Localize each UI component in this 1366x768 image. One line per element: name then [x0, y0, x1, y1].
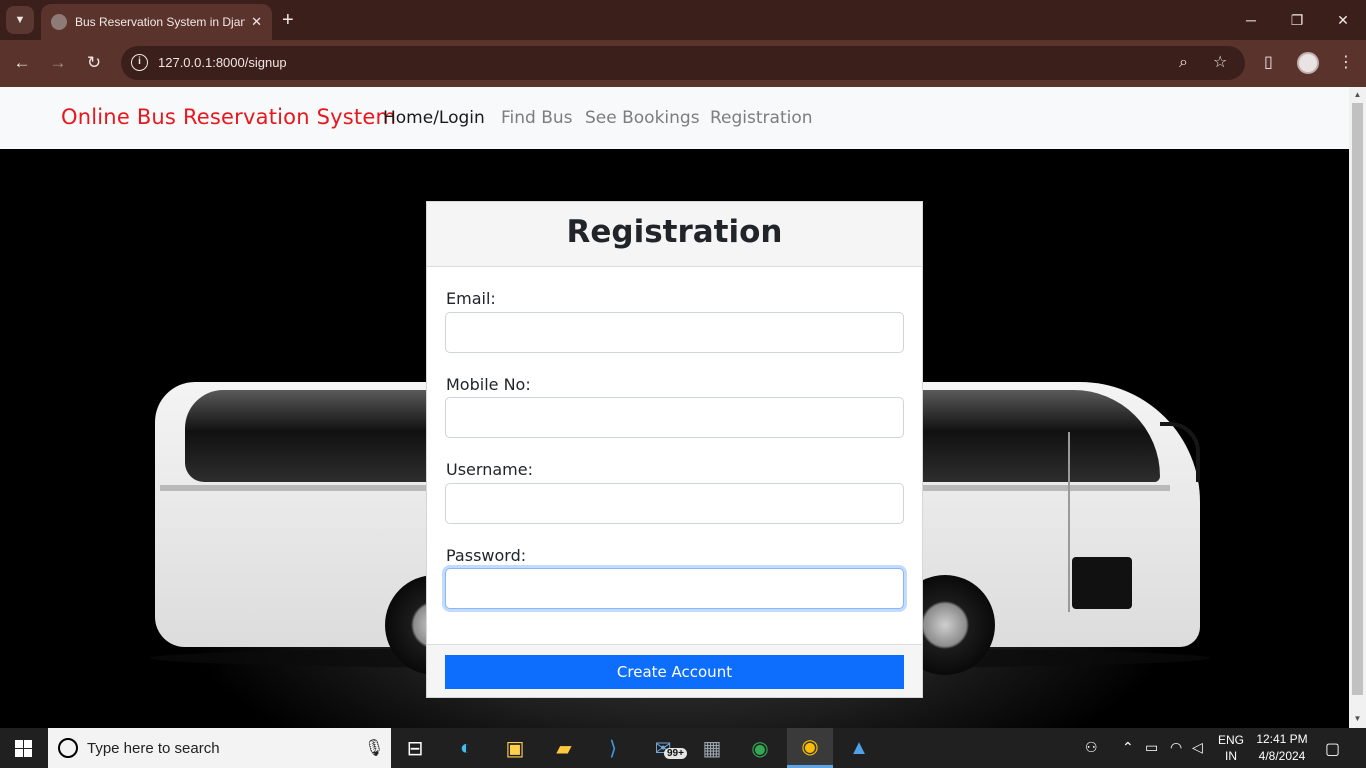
back-arrow-icon[interactable]: ← — [10, 51, 34, 75]
volume-icon[interactable]: ◁ — [1192, 739, 1203, 756]
password-field[interactable] — [445, 568, 904, 609]
photos-icon[interactable]: ▲ — [836, 728, 882, 768]
clock-date[interactable]: 4/8/2024 — [1252, 749, 1312, 763]
zoom-icon[interactable]: ⌕ — [1179, 53, 1188, 73]
restore-button[interactable]: ❐ — [1274, 8, 1320, 32]
nav-link-find-bus[interactable]: Find Bus — [501, 108, 573, 128]
close-tab-icon[interactable]: ✕ — [251, 14, 262, 30]
card-footer: Create Account — [427, 644, 922, 697]
card-header: Registration — [427, 202, 922, 267]
address-bar[interactable]: i 127.0.0.1:8000/signup ⌕ ☆ — [121, 46, 1245, 80]
tab-search-button[interactable]: ▼ — [6, 6, 34, 34]
nav-link-registration[interactable]: Registration — [710, 108, 813, 128]
task-view-icon[interactable]: ⊟ — [392, 728, 438, 768]
registration-card: Registration Email: Mobile No: Username:… — [426, 201, 923, 698]
bus-door-window — [1072, 557, 1132, 609]
calculator-icon[interactable]: ▦ — [689, 728, 735, 768]
language-indicator[interactable]: ENG — [1216, 733, 1246, 747]
windows-taskbar: Type here to search 🎙 ⊟ ◐ ▣ ▰ ⟩ ✉ 99+ ▦ … — [0, 728, 1366, 768]
favicon-icon — [51, 14, 67, 30]
username-label: Username: — [446, 460, 533, 479]
wifi-icon[interactable]: ◠ — [1170, 739, 1182, 756]
taskbar-search[interactable]: Type here to search 🎙 — [48, 728, 391, 768]
profile-avatar[interactable] — [1297, 52, 1319, 74]
chrome-icon[interactable]: ◉ — [737, 728, 783, 768]
create-account-button[interactable]: Create Account — [445, 655, 904, 689]
store-icon[interactable]: ▣ — [492, 728, 538, 768]
clock-time[interactable]: 12:41 PM — [1252, 732, 1312, 746]
scroll-up-icon[interactable]: ▲ — [1349, 90, 1366, 99]
minimize-button[interactable]: ─ — [1228, 8, 1274, 32]
form-title: Registration — [566, 214, 783, 250]
chevron-down-icon: ▼ — [14, 14, 26, 26]
scroll-down-icon[interactable]: ▼ — [1349, 714, 1366, 723]
site-info-icon[interactable]: i — [131, 54, 148, 71]
browser-tab[interactable]: Bus Reservation System in Djan ✕ — [41, 4, 272, 40]
web-page: Online Bus Reservation System Home/Login… — [0, 87, 1349, 728]
people-icon[interactable]: ⚇ — [1085, 739, 1098, 756]
chrome-active-icon[interactable]: ◉ — [787, 728, 833, 768]
file-explorer-icon[interactable]: ▰ — [541, 728, 587, 768]
page-scrollbar[interactable]: ▲ ▼ — [1349, 87, 1366, 728]
cortana-icon — [58, 738, 78, 758]
bookmark-star-icon[interactable]: ☆ — [1213, 53, 1227, 73]
edge-icon[interactable]: ◐ — [443, 728, 489, 768]
reload-icon[interactable]: ↻ — [82, 51, 106, 75]
email-label: Email: — [446, 289, 496, 308]
mobile-label: Mobile No: — [446, 375, 531, 394]
scroll-thumb[interactable] — [1352, 103, 1363, 695]
more-menu-icon[interactable]: ⋮ — [1338, 52, 1354, 74]
tab-title: Bus Reservation System in Djan — [75, 15, 245, 29]
nav-link-home-login[interactable]: Home/Login — [383, 108, 485, 128]
region-indicator[interactable]: IN — [1216, 749, 1246, 763]
search-placeholder: Type here to search — [87, 740, 220, 757]
windows-start-icon[interactable] — [15, 740, 32, 757]
email-field[interactable] — [445, 312, 904, 353]
notifications-icon[interactable]: ▢ — [1325, 739, 1340, 759]
url-text[interactable]: 127.0.0.1:8000/signup — [158, 55, 287, 70]
mobile-field[interactable] — [445, 397, 904, 438]
forward-arrow-icon[interactable]: → — [46, 51, 70, 75]
microphone-icon[interactable]: 🎙 — [364, 738, 384, 758]
username-field[interactable] — [445, 483, 904, 524]
new-tab-button[interactable]: + — [282, 8, 294, 32]
chevron-up-icon[interactable]: ⌃ — [1122, 739, 1134, 756]
site-navbar: Online Bus Reservation System Home/Login… — [0, 87, 1349, 149]
mail-badge: 99+ — [664, 748, 687, 759]
close-window-button[interactable]: ✕ — [1320, 8, 1366, 32]
browser-tab-strip: ▼ Bus Reservation System in Djan ✕ + ─ ❐… — [0, 0, 1366, 40]
nav-link-see-bookings[interactable]: See Bookings — [585, 108, 700, 128]
mail-icon[interactable]: ✉ 99+ — [640, 728, 687, 768]
browser-toolbar: ← → ↻ i 127.0.0.1:8000/signup ⌕ ☆ ▯ ⋮ — [0, 40, 1366, 87]
site-brand[interactable]: Online Bus Reservation System — [61, 105, 396, 129]
side-panel-icon[interactable]: ▯ — [1264, 52, 1273, 74]
password-label: Password: — [446, 546, 527, 565]
vscode-icon[interactable]: ⟩ — [590, 728, 636, 768]
battery-icon[interactable]: ▭ — [1145, 739, 1158, 756]
